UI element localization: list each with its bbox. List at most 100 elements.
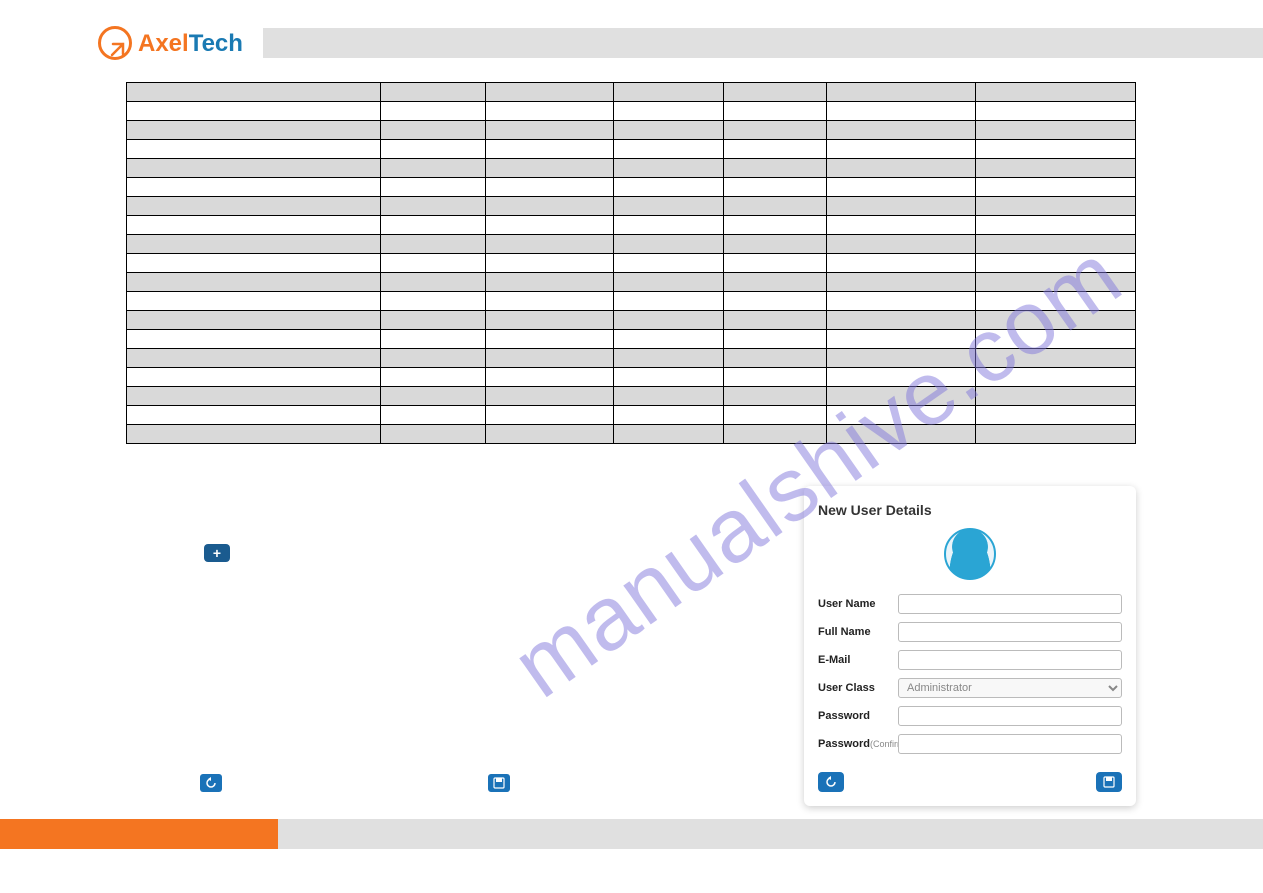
table-cell [826,178,976,197]
table-row [127,311,1136,330]
email-input[interactable] [898,650,1122,670]
table-cell [127,216,381,235]
table-cell [486,387,614,406]
table-cell [381,83,486,102]
table-cell [723,83,826,102]
table-cell [976,292,1136,311]
password-confirm-input[interactable] [898,734,1122,754]
table-cell [614,83,724,102]
table-cell [826,235,976,254]
table-cell [723,292,826,311]
password-confirm-text: Password [818,738,870,750]
table-cell [127,273,381,292]
table-cell [723,235,826,254]
table-row [127,140,1136,159]
table-cell [614,368,724,387]
logo-circle-icon [98,26,132,60]
table-cell [127,311,381,330]
table-cell [723,197,826,216]
table-cell [486,159,614,178]
reload-icon [825,776,837,788]
table-cell [723,311,826,330]
table-cell [486,406,614,425]
table-cell [976,311,1136,330]
table-cell [826,197,976,216]
table-cell [614,102,724,121]
user-name-input[interactable] [898,594,1122,614]
table-cell [976,235,1136,254]
table-cell [381,140,486,159]
table-cell [976,349,1136,368]
table-cell [486,235,614,254]
table-row [127,178,1136,197]
password-label: Password [818,710,898,722]
table-cell [381,273,486,292]
table-cell [614,273,724,292]
save-button[interactable] [1096,772,1122,792]
table-row [127,83,1136,102]
panel-title: New User Details [818,502,1122,518]
password-input[interactable] [898,706,1122,726]
table-cell [486,197,614,216]
table-cell [826,140,976,159]
table-cell [127,121,381,140]
table-cell [614,425,724,444]
table-cell [381,102,486,121]
table-row [127,216,1136,235]
table-cell [381,311,486,330]
table-cell [127,349,381,368]
table-cell [614,159,724,178]
table-cell [127,406,381,425]
table-cell [976,197,1136,216]
table-cell [127,425,381,444]
reload-button-inline[interactable] [200,774,222,792]
table-cell [826,216,976,235]
table-cell [826,425,976,444]
user-class-select[interactable]: Administrator [898,678,1122,698]
table-row [127,406,1136,425]
save-icon [493,777,505,789]
password-confirm-label: Password(Confirm) [818,738,898,750]
table-cell [127,387,381,406]
table-cell [723,273,826,292]
table-cell [826,121,976,140]
table-cell [723,406,826,425]
table-cell [826,83,976,102]
table-cell [976,140,1136,159]
reload-button[interactable] [818,772,844,792]
footer-orange-bar [0,819,278,849]
table-row [127,121,1136,140]
table-cell [976,83,1136,102]
table-cell [976,330,1136,349]
logo-text: AxelTech [138,30,243,58]
table-cell [723,216,826,235]
table-cell [381,159,486,178]
table-cell [381,235,486,254]
add-user-button[interactable]: + [204,544,230,562]
table-cell [826,330,976,349]
table-cell [127,159,381,178]
table-cell [614,406,724,425]
save-button-inline[interactable] [488,774,510,792]
table-cell [976,254,1136,273]
table-cell [486,292,614,311]
table-cell [614,197,724,216]
logo: AxelTech [98,22,263,64]
table-cell [826,102,976,121]
table-cell [614,311,724,330]
table-cell [486,425,614,444]
full-name-label: Full Name [818,626,898,638]
table-cell [976,121,1136,140]
table-cell [486,140,614,159]
table-cell [486,368,614,387]
footer-gray-bar [278,819,1263,849]
table-cell [381,368,486,387]
full-name-input[interactable] [898,622,1122,642]
table-cell [381,216,486,235]
table-cell [381,330,486,349]
table-cell [486,178,614,197]
plus-icon: + [213,545,221,561]
table-cell [486,216,614,235]
table-cell [614,349,724,368]
table-row [127,197,1136,216]
